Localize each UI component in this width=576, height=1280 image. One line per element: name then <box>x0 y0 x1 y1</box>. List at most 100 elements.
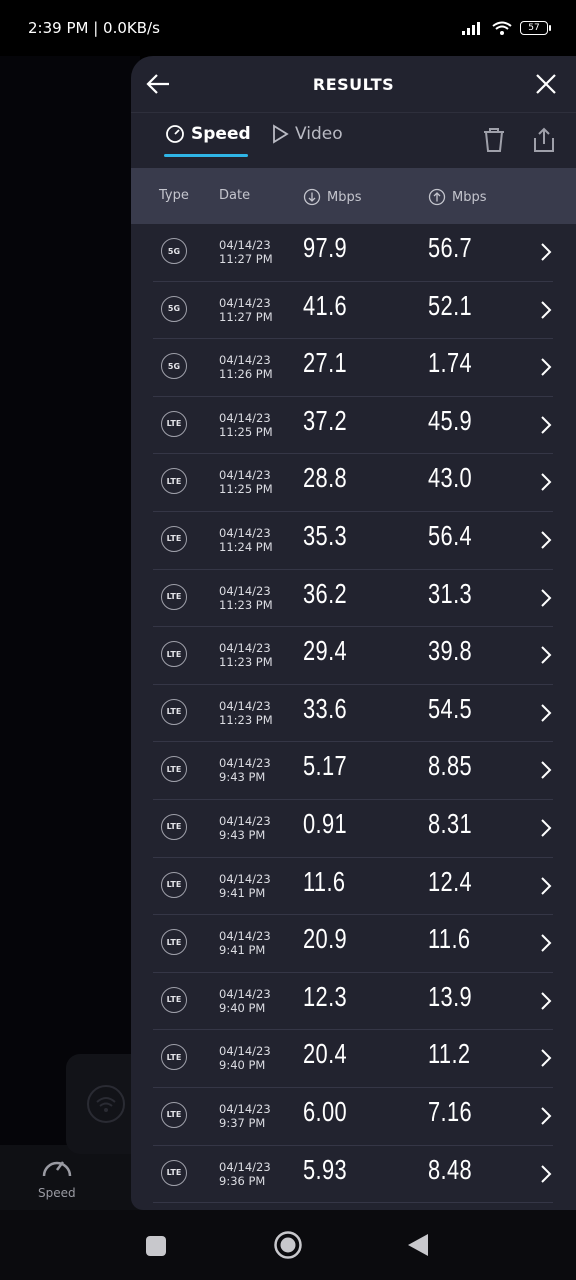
result-row[interactable]: LTE 04/14/23 9:41 PM 11.6 12.4 <box>153 858 553 916</box>
chevron-right-icon[interactable] <box>539 760 553 780</box>
chevron-right-icon[interactable] <box>539 933 553 953</box>
result-time: 9:40 PM <box>219 1058 266 1073</box>
chevron-right-icon[interactable] <box>539 415 553 435</box>
upload-value: 8.48 <box>428 1153 473 1185</box>
chevron-right-icon[interactable] <box>539 991 553 1011</box>
column-upload[interactable]: Mbps <box>428 188 487 206</box>
system-back-button[interactable] <box>406 1232 430 1258</box>
column-download[interactable]: Mbps <box>303 188 362 206</box>
result-time: 11:26 PM <box>219 367 273 382</box>
download-value: 33.6 <box>303 692 348 724</box>
result-date: 04/14/23 <box>219 641 271 656</box>
network-type-badge: 5G <box>161 353 187 380</box>
chevron-right-icon[interactable] <box>539 242 553 262</box>
result-time: 11:23 PM <box>219 712 273 727</box>
result-row[interactable]: LTE 04/14/23 11:24 PM 35.3 56.4 <box>153 512 553 570</box>
result-datetime: 04/14/23 11:27 PM <box>219 296 273 324</box>
chevron-right-icon[interactable] <box>539 472 553 492</box>
play-icon <box>273 124 289 144</box>
chevron-right-icon[interactable] <box>539 530 553 550</box>
result-row[interactable]: LTE 04/14/23 9:40 PM 20.4 11.2 <box>153 1030 553 1088</box>
result-tabs: Speed Video <box>131 116 576 168</box>
result-row[interactable]: LTE 04/14/23 9:41 PM 20.9 11.6 <box>153 915 553 973</box>
result-time: 11:27 PM <box>219 252 273 266</box>
chevron-right-icon[interactable] <box>539 357 553 377</box>
tab-video[interactable]: Video <box>271 124 343 144</box>
background-speed-icon[interactable] <box>40 1152 74 1182</box>
result-row[interactable]: 5G 04/14/23 11:27 PM 97.9 56.7 <box>153 224 553 282</box>
download-value: 97.9 <box>303 232 348 263</box>
result-datetime: 04/14/23 11:23 PM <box>219 584 273 612</box>
upload-value: 8.85 <box>428 750 473 782</box>
network-type-badge: LTE <box>161 410 187 437</box>
network-type-badge: LTE <box>161 871 187 898</box>
tab-speed[interactable]: Speed <box>165 124 251 144</box>
result-datetime: 04/14/23 9:36 PM <box>219 1160 271 1188</box>
result-date: 04/14/23 <box>219 583 271 598</box>
back-arrow-icon[interactable] <box>145 70 173 98</box>
download-value: 35.3 <box>303 519 348 551</box>
result-date: 04/14/23 <box>219 929 271 944</box>
upload-value: 45.9 <box>428 404 473 436</box>
result-date: 04/14/23 <box>219 1101 271 1116</box>
result-date: 04/14/23 <box>219 468 271 483</box>
column-download-label: Mbps <box>327 189 362 205</box>
result-date: 04/14/23 <box>219 295 271 310</box>
upload-value: 56.4 <box>428 519 473 551</box>
result-row[interactable]: LTE 04/14/23 11:25 PM 37.2 45.9 <box>153 397 553 455</box>
background-wifi-icon <box>87 1085 125 1123</box>
result-row[interactable]: LTE 04/14/23 9:36 PM 5.93 8.48 <box>153 1146 553 1204</box>
status-bar: 2:39 PM | 0.0KB/s 57 <box>0 0 576 56</box>
upload-arrow-icon <box>428 188 446 206</box>
result-row[interactable]: LTE 04/14/23 11:25 PM 28.8 43.0 <box>153 454 553 512</box>
recents-button[interactable] <box>146 1236 166 1256</box>
network-type-badge: LTE <box>161 641 187 668</box>
column-date[interactable]: Date <box>219 188 250 203</box>
result-time: 9:37 PM <box>219 1115 266 1130</box>
result-date: 04/14/23 <box>219 813 271 828</box>
chevron-right-icon[interactable] <box>539 645 553 665</box>
share-icon[interactable] <box>531 126 557 154</box>
result-time: 11:27 PM <box>219 309 273 324</box>
result-datetime: 04/14/23 11:23 PM <box>219 699 273 727</box>
network-type-badge: LTE <box>161 929 187 956</box>
chevron-right-icon[interactable] <box>539 588 553 608</box>
home-button[interactable] <box>273 1230 303 1260</box>
chevron-right-icon[interactable] <box>539 818 553 838</box>
trash-icon[interactable] <box>481 126 507 154</box>
download-value: 5.93 <box>303 1153 348 1185</box>
chevron-right-icon[interactable] <box>539 1048 553 1068</box>
result-date: 04/14/23 <box>219 353 271 368</box>
upload-value: 1.74 <box>428 347 473 379</box>
speedometer-icon <box>166 125 184 143</box>
result-row[interactable]: LTE 04/14/23 9:40 PM 12.3 13.9 <box>153 973 553 1031</box>
result-row[interactable]: LTE 04/14/23 9:43 PM 0.91 8.31 <box>153 800 553 858</box>
result-row[interactable]: LTE 04/14/23 9:43 PM 5.17 8.85 <box>153 742 553 800</box>
result-row[interactable]: LTE 04/14/23 11:23 PM 33.6 54.5 <box>153 685 553 743</box>
result-datetime: 04/14/23 9:43 PM <box>219 756 271 784</box>
page-title: RESULTS <box>312 74 395 94</box>
result-time: 11:23 PM <box>219 655 273 670</box>
result-row[interactable]: LTE 04/14/23 11:23 PM 29.4 39.8 <box>153 627 553 685</box>
download-value: 6.00 <box>303 1095 348 1127</box>
chevron-right-icon[interactable] <box>539 703 553 723</box>
download-arrow-icon <box>303 188 321 206</box>
upload-value: 13.9 <box>428 980 473 1012</box>
network-type-badge: LTE <box>161 525 187 552</box>
result-row[interactable]: LTE 04/14/23 11:23 PM 36.2 31.3 <box>153 570 553 628</box>
download-value: 37.2 <box>303 404 348 436</box>
network-type-badge: LTE <box>161 1159 187 1186</box>
result-row[interactable]: 5G 04/14/23 11:26 PM 27.1 1.74 <box>153 339 553 397</box>
close-icon[interactable] <box>532 70 560 98</box>
chevron-right-icon[interactable] <box>539 300 553 320</box>
result-datetime: 04/14/23 11:25 PM <box>219 468 273 496</box>
result-row[interactable]: 5G 04/14/23 11:27 PM 41.6 52.1 <box>153 282 553 340</box>
result-row[interactable]: LTE 04/14/23 9:37 PM 6.00 7.16 <box>153 1088 553 1146</box>
chevron-right-icon[interactable] <box>539 1106 553 1126</box>
background-speed-label[interactable]: Speed <box>38 1186 76 1200</box>
result-time: 9:43 PM <box>219 827 266 842</box>
download-value: 20.9 <box>303 923 348 955</box>
chevron-right-icon[interactable] <box>539 1164 553 1184</box>
column-type[interactable]: Type <box>159 188 189 203</box>
chevron-right-icon[interactable] <box>539 876 553 896</box>
